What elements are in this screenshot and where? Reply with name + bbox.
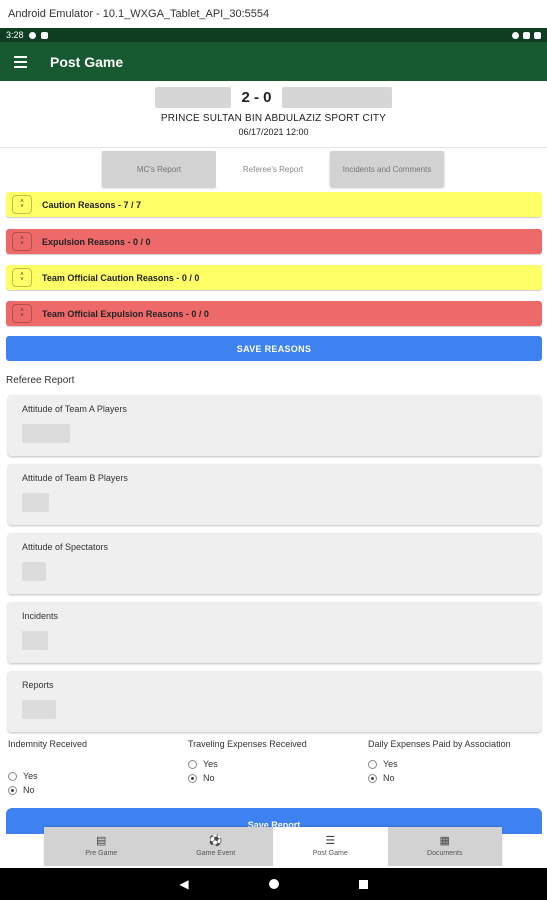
document-icon: ▦ [439,835,450,847]
indemnity-received-group: Indemnity Received Yes No [8,739,87,797]
incidents-field[interactable]: Incidents [8,602,541,663]
option-label: Traveling Expenses Received [188,739,307,749]
reason-label: Expulsion Reasons - 0 / 0 [42,236,151,247]
team-b-attitude-field[interactable]: Attitude of Team B Players [8,464,541,525]
field-label: Attitude of Team A Players [22,404,127,414]
radio-icon[interactable] [8,771,17,781]
reason-label: Caution Reasons - 7 / 7 [42,199,142,210]
option-label: Daily Expenses Paid by Association [368,739,511,749]
signal-icon [523,31,530,39]
match-score: 2 - 0 [241,88,272,106]
traveling-no-option[interactable]: No [188,771,307,785]
wifi-icon [512,31,519,39]
nav-documents[interactable]: ▦ Documents [387,827,502,866]
tab-referee-report[interactable]: Referee's Report [216,151,330,187]
redacted-value [22,700,56,719]
back-icon[interactable]: ◀ [179,877,188,891]
option-label: Indemnity Received [8,739,88,749]
team-b-name-redacted [281,86,392,108]
redacted-value [22,562,46,581]
nav-pre-game[interactable]: ▤ Pre Game [44,827,159,866]
soccer-ball-icon: ⚽ [208,835,223,847]
tab-mc-report[interactable]: MC's Report [102,151,216,187]
expulsion-reasons-panel[interactable]: ˄ ˅ Expulsion Reasons - 0 / 0 [6,229,542,254]
field-label: Attitude of Team B Players [22,473,128,483]
recent-apps-icon[interactable] [358,879,368,889]
hamburger-menu-icon[interactable] [0,42,40,81]
indemnity-yes-option[interactable]: Yes [8,769,87,783]
expand-toggle-icon[interactable]: ˄ ˅ [12,232,32,251]
traveling-expenses-group: Traveling Expenses Received Yes No [188,739,307,785]
referee-report-title: Referee Report [6,375,75,386]
radio-icon[interactable] [368,759,377,769]
clipboard-icon: ▤ [96,835,107,847]
team-official-expulsion-reasons-panel[interactable]: ˄ ˅ Team Official Expulsion Reasons - 0 /… [6,301,542,326]
traveling-yes-option[interactable]: Yes [188,757,307,771]
nav-post-game[interactable]: ☰ Post Game [273,827,388,866]
tab-incidents-comments[interactable]: Incidents and Comments [330,151,444,187]
report-tabs: MC's Report Referee's Report Incidents a… [102,151,444,187]
notification-icon [28,31,36,39]
team-a-name-redacted [155,86,232,108]
list-icon: ☰ [325,835,336,847]
header-divider [0,147,547,148]
indemnity-no-option[interactable]: No [8,783,87,797]
daily-yes-option[interactable]: Yes [368,757,511,771]
radio-checked-icon[interactable] [8,785,17,795]
nav-game-event[interactable]: ⚽ Game Event [158,827,273,866]
app-bar: Post Game [0,42,547,81]
radio-checked-icon[interactable] [188,773,197,783]
redacted-value [22,493,49,512]
match-datetime: 06/17/2021 12:00 [238,127,309,137]
expand-toggle-icon[interactable]: ˄ ˅ [12,304,32,323]
reports-field[interactable]: Reports [8,671,541,732]
caution-reasons-panel[interactable]: ˄ ˅ Caution Reasons - 7 / 7 [6,192,542,217]
home-icon[interactable] [268,879,279,889]
page-title: Post Game [50,53,124,70]
status-time: 3:28 [6,30,24,40]
field-label: Incidents [22,611,59,621]
radio-icon[interactable] [188,759,197,769]
reason-label: Team Official Expulsion Reasons - 0 / 0 [42,308,209,319]
redacted-value [22,631,48,650]
daily-no-option[interactable]: No [368,771,511,785]
redacted-value [22,424,70,443]
radio-checked-icon[interactable] [368,773,377,783]
field-label: Attitude of Spectators [22,542,109,552]
team-official-caution-reasons-panel[interactable]: ˄ ˅ Team Official Caution Reasons - 0 / 0 [6,265,542,290]
bottom-navigation: ▤ Pre Game ⚽ Game Event ☰ Post Game ▦ Do… [44,827,502,866]
team-a-attitude-field[interactable]: Attitude of Team A Players [8,395,541,456]
expand-toggle-icon[interactable]: ˄ ˅ [12,268,32,287]
spectators-attitude-field[interactable]: Attitude of Spectators [8,533,541,594]
daily-expenses-group: Daily Expenses Paid by Association Yes N… [368,739,511,785]
save-reasons-button[interactable]: SAVE REASONS [6,336,542,361]
match-venue: PRINCE SULTAN BIN ABDULAZIZ SPORT CITY [160,113,387,124]
sd-card-icon [40,31,48,39]
reason-label: Team Official Caution Reasons - 0 / 0 [42,272,200,283]
status-bar: 3:28 [0,28,547,42]
window-title: Android Emulator - 10.1_WXGA_Tablet_API_… [0,0,547,28]
expand-toggle-icon[interactable]: ˄ ˅ [12,195,32,214]
battery-icon [534,31,541,39]
system-navigation-bar: ◀ [0,868,547,900]
field-label: Reports [22,680,54,690]
match-header: 2 - 0 PRINCE SULTAN BIN ABDULAZIZ SPORT … [0,86,547,137]
